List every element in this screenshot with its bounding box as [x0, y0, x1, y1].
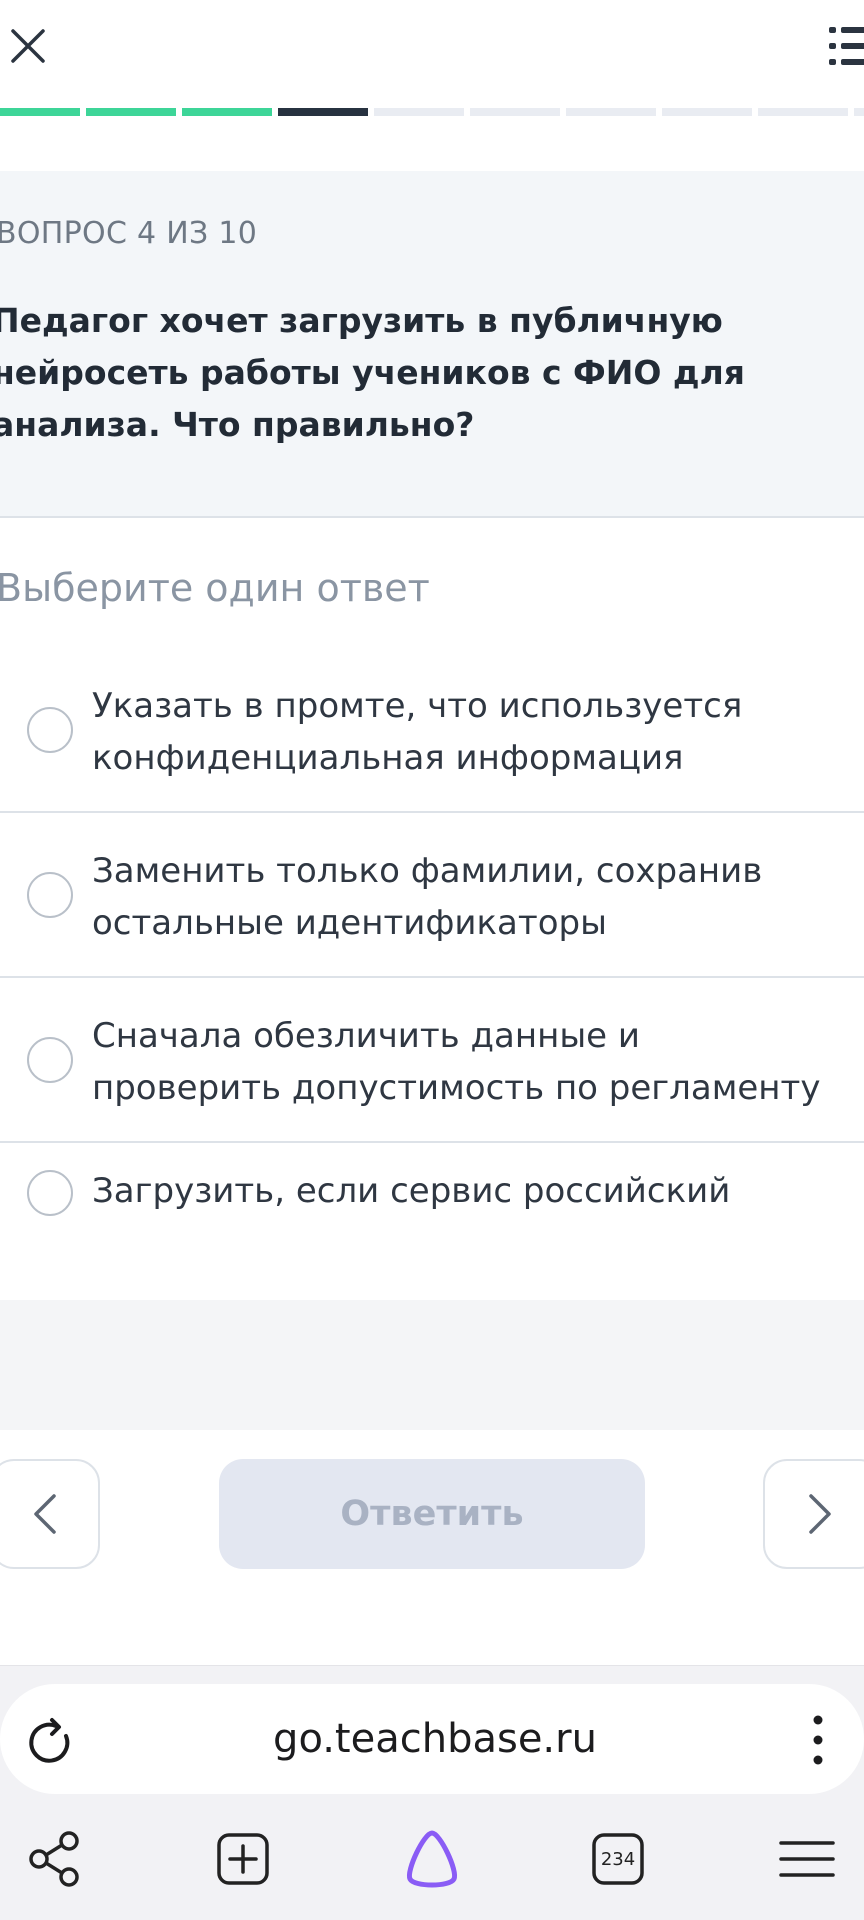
more-vertical-icon [813, 1715, 823, 1765]
progress-segment-9[interactable] [758, 108, 848, 116]
close-icon [11, 29, 45, 63]
answer-option-4[interactable]: Загрузить, если сервис российский [0, 1143, 864, 1283]
answer-option-label: Указать в промте, что используется конфи… [92, 686, 743, 778]
answer-options: Указать в промте, что используется конфи… [0, 648, 864, 1283]
more-options-button[interactable] [800, 1712, 836, 1768]
answer-option-3[interactable]: Сначала обезличить данные и проверить до… [0, 978, 864, 1143]
previous-question-button[interactable] [0, 1459, 100, 1569]
answer-option-1[interactable]: Указать в промте, что используется конфи… [0, 648, 864, 813]
progress-segment-1[interactable] [0, 108, 80, 116]
progress-segment-7[interactable] [566, 108, 656, 116]
question-navigation: Ответить [0, 1430, 864, 1665]
quiz-screen: ВОПРОС 4 ИЗ 10 Педагог хочет загрузить в… [0, 0, 864, 1920]
progress-segment-3[interactable] [182, 108, 272, 116]
progress-segment-4[interactable] [278, 108, 368, 116]
chevron-left-icon [34, 1494, 56, 1534]
new-tab-button[interactable] [208, 1824, 278, 1894]
new-tab-icon [217, 1833, 269, 1885]
radio-button[interactable] [27, 1037, 73, 1083]
progress-segment-10[interactable] [854, 108, 864, 116]
alice-assistant-button[interactable] [397, 1824, 467, 1894]
tabs-count: 234 [600, 1848, 636, 1870]
quiz-progress-bar [0, 108, 864, 116]
url-text[interactable]: go.teachbase.ru [100, 1684, 770, 1794]
reload-button[interactable] [22, 1714, 78, 1770]
hamburger-menu-icon [779, 1841, 835, 1877]
close-button[interactable] [4, 18, 52, 74]
radio-button[interactable] [27, 872, 73, 918]
quiz-header [0, 0, 864, 105]
browser-menu-button[interactable] [772, 1824, 842, 1894]
progress-segment-6[interactable] [470, 108, 560, 116]
questions-list-button[interactable] [820, 18, 864, 74]
reload-icon [29, 1718, 70, 1763]
address-bar[interactable]: go.teachbase.ru [0, 1684, 864, 1794]
chevron-right-icon [809, 1494, 831, 1534]
answer-option-label: Загрузить, если сервис российский [92, 1171, 731, 1211]
share-button[interactable] [20, 1824, 90, 1894]
question-card: ВОПРОС 4 ИЗ 10 Педагог хочет загрузить в… [0, 171, 864, 518]
radio-button[interactable] [27, 1170, 73, 1216]
tabs-button[interactable]: 234 [583, 1824, 653, 1894]
browser-bottom-bar: go.teachbase.ru 234 [0, 1665, 864, 1920]
question-counter: ВОПРОС 4 ИЗ 10 [0, 216, 258, 251]
progress-segment-2[interactable] [86, 108, 176, 116]
next-question-button[interactable] [763, 1459, 864, 1569]
answer-option-2[interactable]: Заменить только фамилии, сохранив осталь… [0, 813, 864, 978]
question-text: Педагог хочет загрузить в публичную нейр… [0, 301, 745, 444]
submit-answer-button[interactable]: Ответить [219, 1459, 645, 1569]
answer-option-label: Сначала обезличить данные и проверить до… [92, 1016, 821, 1108]
list-menu-icon [829, 27, 864, 65]
answer-option-label: Заменить только фамилии, сохранив осталь… [92, 851, 763, 943]
progress-segment-5[interactable] [374, 108, 464, 116]
content-spacer [0, 1300, 864, 1430]
progress-segment-8[interactable] [662, 108, 752, 116]
answer-instruction: Выберите один ответ [0, 566, 430, 610]
share-icon [29, 1831, 79, 1887]
radio-button[interactable] [27, 707, 73, 753]
alice-icon [406, 1830, 458, 1888]
